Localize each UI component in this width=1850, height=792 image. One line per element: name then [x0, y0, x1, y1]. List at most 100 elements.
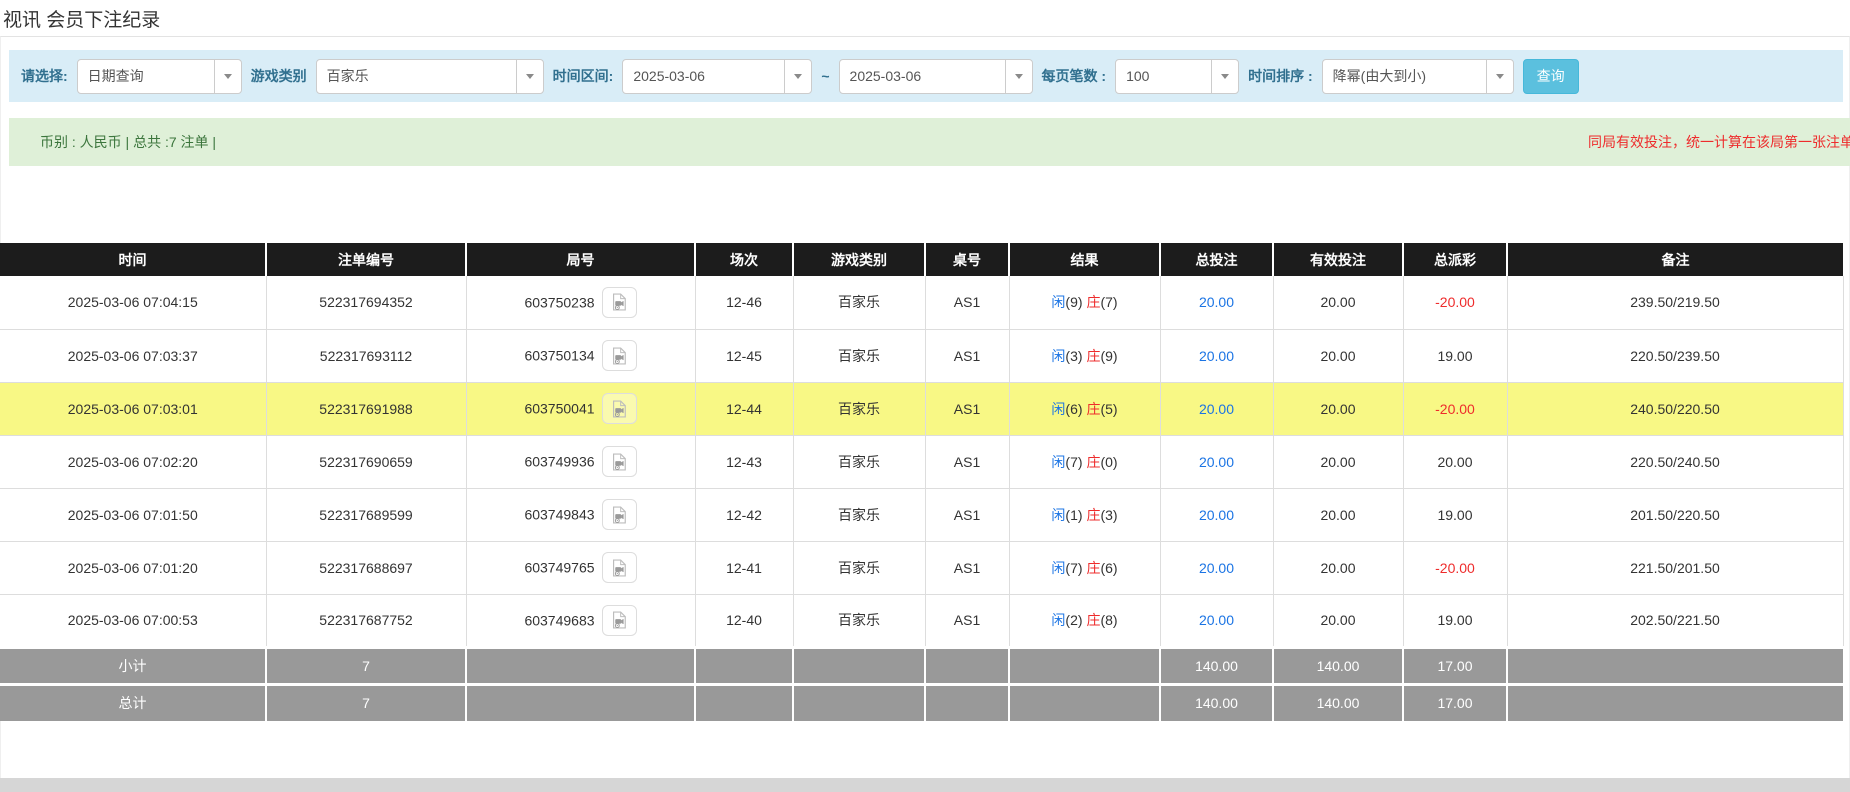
- cell-time: 2025-03-06 07:04:15: [0, 276, 266, 329]
- cell-session: 12-46: [695, 276, 793, 329]
- cell-note: 239.50/219.50: [1507, 276, 1843, 329]
- total-bet-link[interactable]: 20.00: [1199, 401, 1234, 417]
- cell-result: 闲(1) 庄(3): [1009, 488, 1160, 541]
- header-row: 时间注单编号局号场次游戏类别桌号结果总投注有效投注总派彩备注: [0, 243, 1843, 276]
- chevron-down-icon[interactable]: [214, 60, 241, 93]
- date-from-select[interactable]: 2025-03-06: [622, 59, 812, 94]
- cell-valid-bet: 20.00: [1273, 435, 1403, 488]
- cell-total-bet: 20.00: [1160, 594, 1273, 647]
- time-range-label: 时间区间:: [553, 66, 614, 86]
- round-id: 603749936: [524, 454, 594, 470]
- player-score: (7): [1065, 560, 1082, 576]
- player-score: (3): [1065, 348, 1082, 364]
- cell-total-bet: 20.00: [1160, 435, 1273, 488]
- cell-result: 闲(2) 庄(8): [1009, 594, 1160, 647]
- video-replay-button[interactable]: [602, 605, 637, 636]
- cell-bet-id: 522317687752: [266, 594, 466, 647]
- time-sort-select[interactable]: 降幂(由大到小): [1322, 59, 1514, 94]
- bet-records-table: 时间注单编号局号场次游戏类别桌号结果总投注有效投注总派彩备注 2025-03-0…: [0, 243, 1844, 721]
- player-result: 闲: [1051, 348, 1065, 364]
- total-bet-link[interactable]: 20.00: [1199, 348, 1234, 364]
- column-header-3: 场次: [695, 243, 793, 276]
- column-header-0: 时间: [0, 243, 266, 276]
- video-replay-button[interactable]: [602, 340, 637, 371]
- per-page-select[interactable]: 100: [1115, 59, 1239, 94]
- total-bet-link[interactable]: 20.00: [1199, 454, 1234, 470]
- cell-payout: -20.00: [1403, 276, 1507, 329]
- summary-payout: 17.00: [1403, 647, 1507, 684]
- game-category-value: 百家乐: [317, 60, 516, 93]
- query-type-select[interactable]: 日期查询: [77, 59, 242, 94]
- cell-round: 603749843: [466, 488, 695, 541]
- cell-round: 603749683: [466, 594, 695, 647]
- video-replay-button[interactable]: [602, 499, 637, 530]
- cell-time: 2025-03-06 07:02:20: [0, 435, 266, 488]
- video-replay-button[interactable]: [602, 287, 637, 318]
- cell-note: 201.50/220.50: [1507, 488, 1843, 541]
- search-button[interactable]: 查询: [1523, 59, 1579, 94]
- banker-result: 庄: [1086, 507, 1100, 523]
- chevron-down-icon[interactable]: [1005, 60, 1032, 93]
- date-to-select[interactable]: 2025-03-06: [839, 59, 1033, 94]
- banker-result: 庄: [1086, 454, 1100, 470]
- cell-payout: 19.00: [1403, 329, 1507, 382]
- total-bet-link[interactable]: 20.00: [1199, 560, 1234, 576]
- summary-count: 7: [266, 647, 466, 684]
- game-category-select[interactable]: 百家乐: [316, 59, 544, 94]
- cell-game: 百家乐: [793, 329, 925, 382]
- chevron-down-icon[interactable]: [1486, 60, 1513, 93]
- cell-table-no: AS1: [925, 329, 1009, 382]
- round-id: 603750238: [524, 294, 594, 310]
- banker-score: (8): [1100, 612, 1117, 628]
- cell-table-no: AS1: [925, 276, 1009, 329]
- date-from-value: 2025-03-06: [623, 60, 784, 93]
- cell-total-bet: 20.00: [1160, 382, 1273, 435]
- summary-bar: 币别 : 人民币 | 总共 :7 注单 | 同局有效投注，统一计算在该局第一张注…: [9, 118, 1850, 166]
- banker-score: (9): [1100, 348, 1117, 364]
- date-to-value: 2025-03-06: [840, 60, 1005, 93]
- cell-bet-id: 522317694352: [266, 276, 466, 329]
- range-tilde: ~: [821, 68, 829, 84]
- summary-row: 小计 7 140.00 140.00 17.00: [0, 647, 1843, 684]
- cell-total-bet: 20.00: [1160, 276, 1273, 329]
- player-result: 闲: [1051, 560, 1065, 576]
- round-id: 603750041: [524, 401, 594, 417]
- cell-total-bet: 20.00: [1160, 488, 1273, 541]
- chevron-down-icon[interactable]: [1211, 60, 1238, 93]
- video-file-icon: [609, 558, 629, 578]
- banker-score: (5): [1100, 401, 1117, 417]
- total-bet-link[interactable]: 20.00: [1199, 294, 1234, 310]
- cell-valid-bet: 20.00: [1273, 541, 1403, 594]
- table-row: 2025-03-06 07:03:37 522317693112 6037501…: [0, 329, 1843, 382]
- banker-score: (7): [1100, 294, 1117, 310]
- video-file-icon: [609, 610, 629, 630]
- cell-session: 12-41: [695, 541, 793, 594]
- chevron-down-icon[interactable]: [784, 60, 811, 93]
- summary-payout: 17.00: [1403, 684, 1507, 721]
- cell-table-no: AS1: [925, 541, 1009, 594]
- chevron-down-icon[interactable]: [516, 60, 543, 93]
- cell-total-bet: 20.00: [1160, 541, 1273, 594]
- video-file-icon: [609, 346, 629, 366]
- banker-score: (0): [1100, 454, 1117, 470]
- banker-result: 庄: [1086, 401, 1100, 417]
- cell-time: 2025-03-06 07:01:20: [0, 541, 266, 594]
- query-type-label: 请选择:: [21, 66, 68, 86]
- round-id: 603750134: [524, 348, 594, 364]
- player-result: 闲: [1051, 507, 1065, 523]
- cell-table-no: AS1: [925, 435, 1009, 488]
- table-row: 2025-03-06 07:03:01 522317691988 6037500…: [0, 382, 1843, 435]
- video-replay-button[interactable]: [602, 552, 637, 583]
- table-row: 2025-03-06 07:04:15 522317694352 6037502…: [0, 276, 1843, 329]
- video-replay-button[interactable]: [602, 393, 637, 424]
- cell-game: 百家乐: [793, 541, 925, 594]
- total-bet-link[interactable]: 20.00: [1199, 612, 1234, 628]
- player-score: (1): [1065, 507, 1082, 523]
- summary-valid-bet: 140.00: [1273, 647, 1403, 684]
- cell-round: 603750041: [466, 382, 695, 435]
- column-header-2: 局号: [466, 243, 695, 276]
- cell-time: 2025-03-06 07:00:53: [0, 594, 266, 647]
- column-header-10: 备注: [1507, 243, 1843, 276]
- video-replay-button[interactable]: [602, 446, 637, 477]
- total-bet-link[interactable]: 20.00: [1199, 507, 1234, 523]
